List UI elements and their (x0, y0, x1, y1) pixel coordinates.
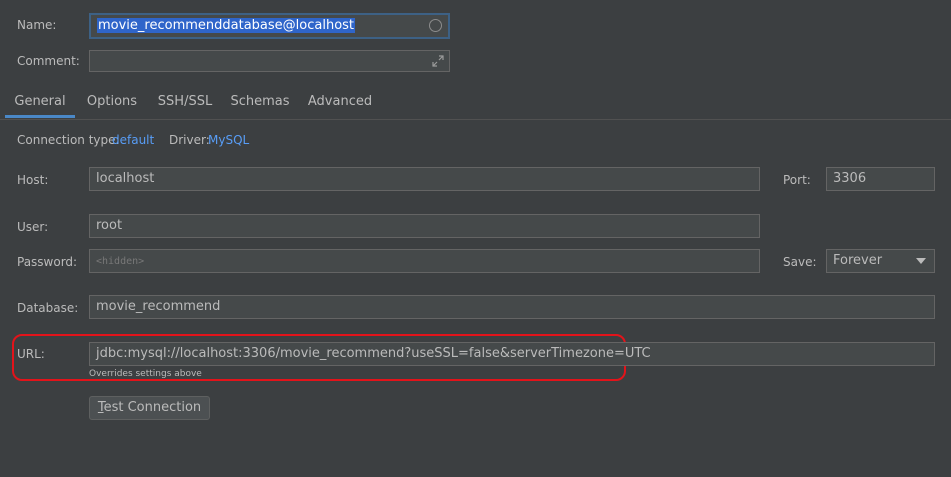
password-label: Password: (17, 255, 78, 269)
test-connection-label: est Connection (103, 400, 202, 415)
password-placeholder: <hidden> (96, 256, 145, 267)
host-label: Host: (17, 173, 49, 187)
connection-type-label: Connection type: (17, 133, 120, 147)
driver-label: Driver: (169, 133, 210, 147)
url-input[interactable]: jdbc:mysql://localhost:3306/movie_recomm… (89, 342, 935, 366)
url-value: jdbc:mysql://localhost:3306/movie_recomm… (96, 346, 651, 361)
tab-bar: General Options SSH/SSL Schemas Advanced (0, 88, 951, 120)
circle-icon[interactable] (429, 19, 442, 32)
driver-link[interactable]: MySQL (208, 132, 249, 148)
name-value: movie_recommenddatabase@localhost (97, 18, 356, 33)
save-select[interactable]: Forever (826, 249, 935, 273)
name-input[interactable]: movie_recommenddatabase@localhost (89, 13, 450, 39)
url-label: URL: (17, 347, 45, 361)
host-value: localhost (96, 171, 155, 186)
tab-options[interactable]: Options (80, 88, 144, 118)
tab-advanced[interactable]: Advanced (303, 88, 377, 118)
database-input[interactable]: movie_recommend (89, 295, 935, 319)
port-label: Port: (783, 173, 811, 187)
connection-type-link[interactable]: default (112, 132, 154, 148)
comment-input[interactable] (89, 50, 450, 72)
port-value: 3306 (833, 171, 867, 186)
password-input[interactable]: <hidden> (89, 249, 760, 273)
save-value: Forever (833, 253, 883, 268)
expand-icon[interactable] (431, 54, 445, 68)
user-label: User: (17, 220, 49, 234)
database-value: movie_recommend (96, 299, 221, 314)
url-note: Overrides settings above (89, 369, 202, 379)
host-input[interactable]: localhost (89, 167, 760, 191)
database-label: Database: (17, 301, 79, 315)
test-connection-button[interactable]: Test Connection (89, 396, 210, 420)
user-value: root (96, 218, 123, 233)
user-input[interactable]: root (89, 214, 760, 238)
chevron-down-icon (916, 258, 926, 264)
tab-general[interactable]: General (5, 88, 75, 118)
tab-schemas[interactable]: Schemas (226, 88, 294, 118)
tab-ssh-ssl[interactable]: SSH/SSL (152, 88, 218, 118)
port-input[interactable]: 3306 (826, 167, 935, 191)
comment-label: Comment: (17, 54, 80, 68)
data-source-dialog: Name: movie_recommenddatabase@localhost … (0, 0, 951, 477)
save-label: Save: (783, 255, 817, 269)
name-label: Name: (17, 18, 57, 32)
